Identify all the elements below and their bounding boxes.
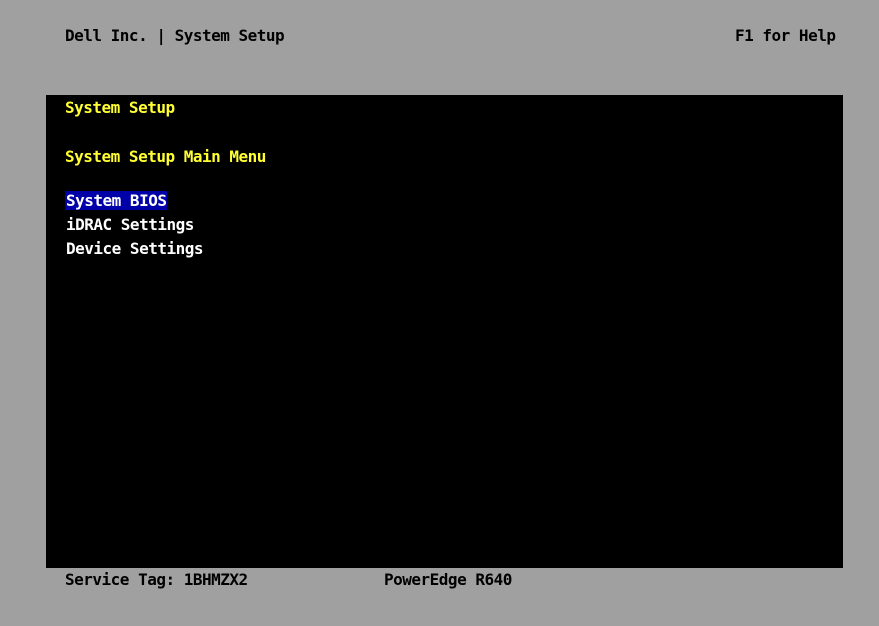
top-bar: Dell Inc. | System Setup F1 for Help bbox=[0, 0, 879, 95]
menu-item-label: Device Settings bbox=[66, 239, 204, 258]
menu-item-label: iDRAC Settings bbox=[66, 215, 194, 234]
menu-heading: System Setup Main Menu bbox=[65, 147, 266, 166]
menu-item-label: System BIOS bbox=[65, 191, 168, 210]
model-name: PowerEdge R640 bbox=[384, 570, 512, 589]
help-hint: F1 for Help bbox=[735, 26, 836, 45]
service-tag: Service Tag: 1BHMZX2 bbox=[65, 570, 248, 589]
menu-item-device-settings[interactable]: Device Settings bbox=[65, 239, 204, 263]
status-bar: Service Tag: 1BHMZX2 PowerEdge R640 bbox=[0, 568, 879, 626]
main-menu: System BIOS iDRAC Settings Device Settin… bbox=[65, 191, 204, 263]
main-panel: System Setup System Setup Main Menu Syst… bbox=[46, 95, 843, 568]
menu-item-system-bios[interactable]: System BIOS bbox=[65, 191, 204, 215]
page-title: Dell Inc. | System Setup bbox=[65, 26, 285, 45]
panel-title: System Setup bbox=[65, 98, 175, 117]
menu-item-idrac-settings[interactable]: iDRAC Settings bbox=[65, 215, 204, 239]
